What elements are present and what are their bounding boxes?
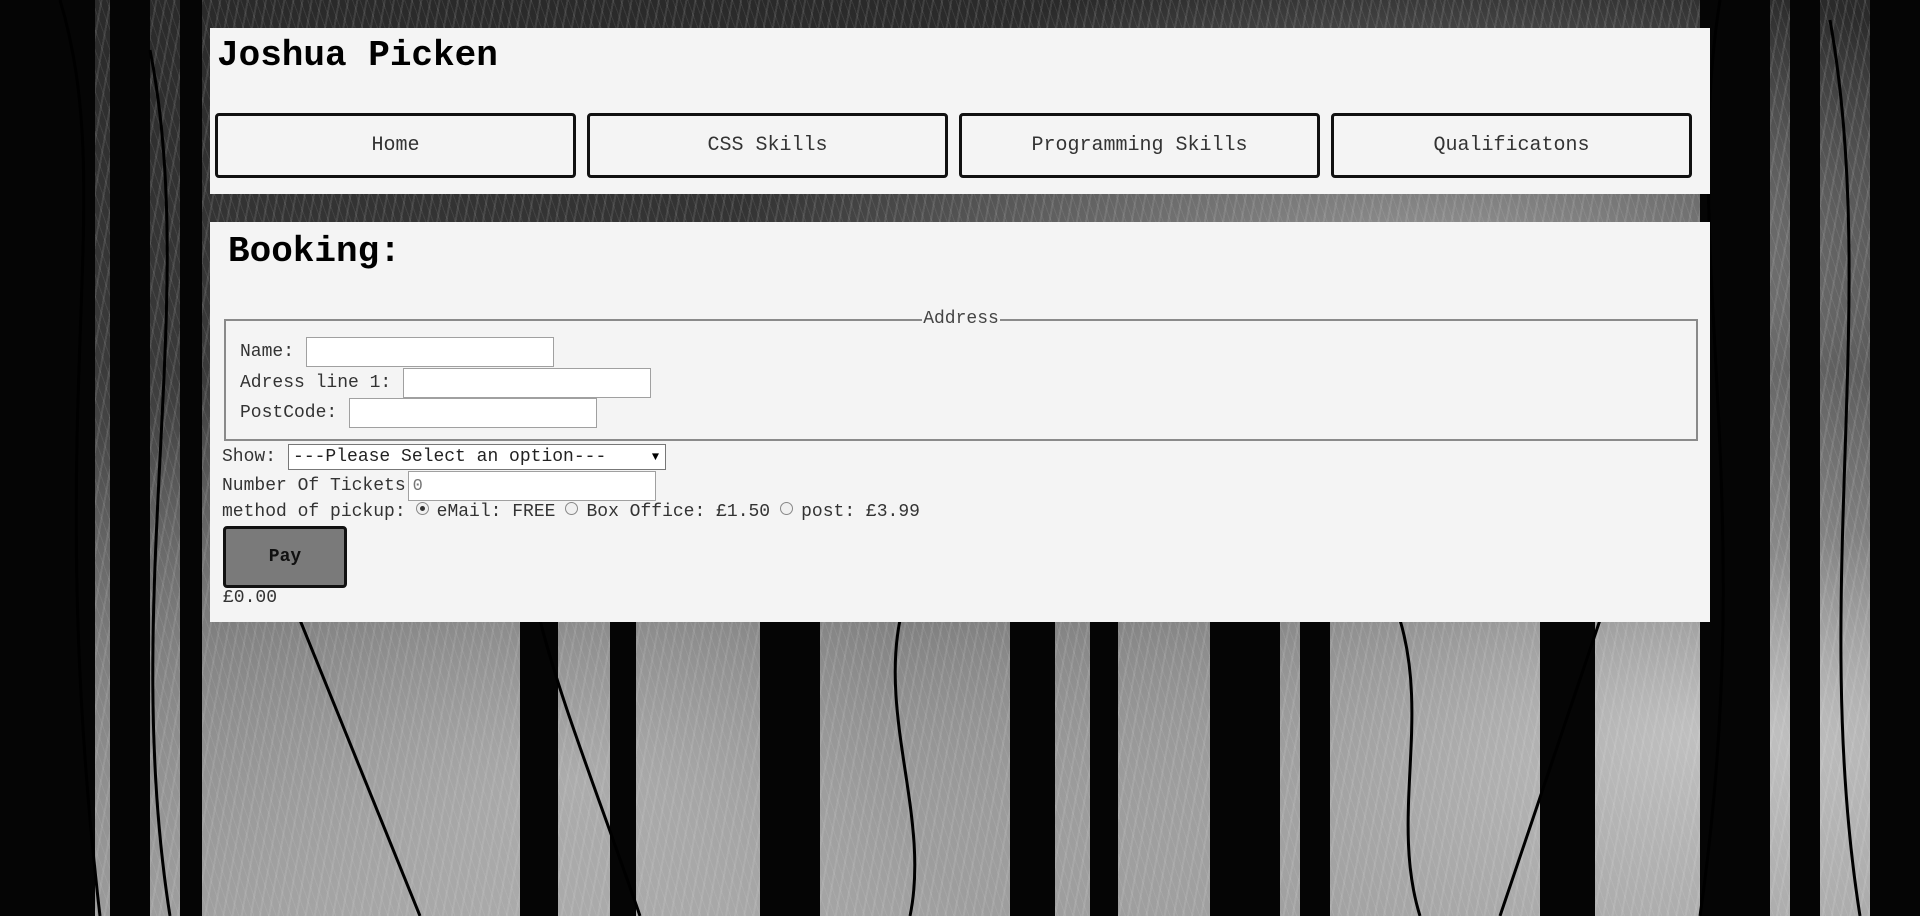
dropdown-arrow-icon: ▼ [651, 450, 660, 464]
name-input[interactable] [306, 337, 555, 367]
booking-title: Booking: [228, 231, 401, 272]
pickup-post-radio[interactable] [780, 501, 794, 515]
address-line1-label: Adress line 1: [240, 373, 392, 393]
pickup-post-label: post: £3.99 [801, 502, 920, 522]
pickup-row: method of pickup: eMail: FREE Box Office… [222, 501, 920, 522]
tickets-row: Number Of Tickets [222, 471, 656, 501]
nav-css-skills-button[interactable]: CSS Skills [587, 113, 948, 178]
nav-programming-skills-button[interactable]: Programming Skills [959, 113, 1320, 178]
nav-home-button[interactable]: Home [215, 113, 576, 178]
show-select-value: ---Please Select an option--- [293, 447, 607, 467]
show-row: Show: ---Please Select an option--- ▼ [222, 444, 667, 470]
pickup-label: method of pickup: [222, 502, 406, 522]
site-title: Joshua Picken [217, 35, 498, 76]
booking-panel: Booking: Address Name: Adress line 1: Po… [210, 222, 1710, 622]
name-row: Name: [240, 337, 555, 367]
name-label: Name: [240, 342, 295, 362]
site-header: Joshua Picken Home CSS Skills Programmin… [210, 28, 1710, 194]
main-nav: Home CSS Skills Programming Skills Quali… [215, 113, 1705, 178]
address-legend: Address [226, 309, 1696, 329]
pickup-box-office-label: Box Office: £1.50 [586, 502, 771, 522]
nav-qualifications-button[interactable]: Qualificatons [1331, 113, 1692, 178]
address-legend-text: Address [922, 309, 1000, 329]
tickets-input[interactable] [407, 471, 656, 501]
pickup-box-office-radio[interactable] [565, 501, 579, 515]
total-price: £0.00 [223, 588, 278, 608]
pickup-email-radio[interactable] [415, 501, 429, 515]
address-line1-input[interactable] [403, 368, 652, 398]
postcode-input[interactable] [349, 398, 598, 428]
pay-button[interactable]: Pay [223, 526, 347, 588]
postcode-label: PostCode: [240, 403, 338, 423]
address-line1-row: Adress line 1: [240, 368, 652, 398]
address-fieldset: Address Name: Adress line 1: PostCode: [224, 309, 1698, 441]
postcode-row: PostCode: [240, 398, 598, 428]
tickets-label: Number Of Tickets [222, 476, 406, 496]
pickup-email-label: eMail: FREE [436, 502, 556, 522]
show-select[interactable]: ---Please Select an option--- ▼ [288, 444, 667, 470]
show-label: Show: [222, 447, 277, 467]
